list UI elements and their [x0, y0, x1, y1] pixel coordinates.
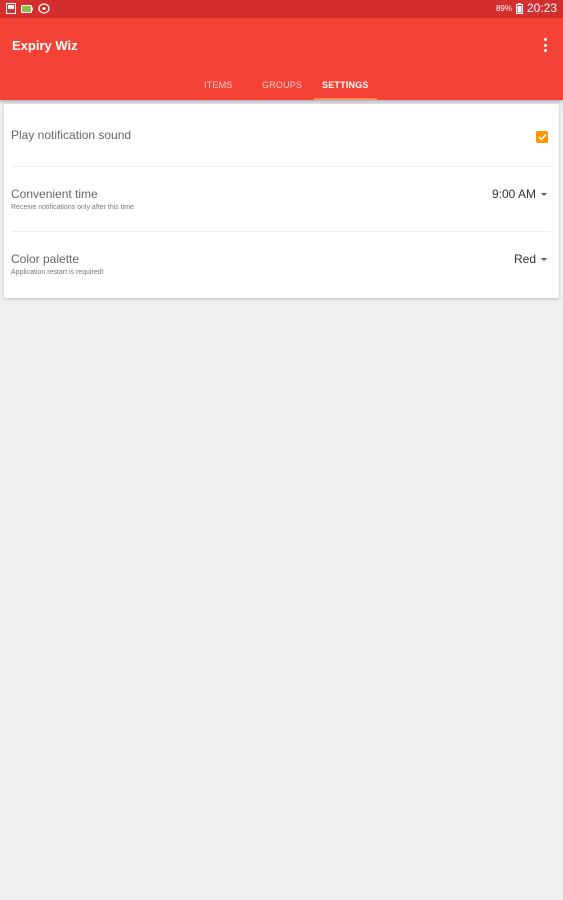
convenient-time-dropdown[interactable]: 9:00 AM	[492, 187, 547, 201]
status-bar-system: 89% 20:23	[496, 1, 557, 15]
status-bar-notifications	[6, 3, 50, 14]
setting-subtitle: Receive notifications only after this ti…	[11, 204, 134, 211]
notification-sound-checkbox[interactable]	[536, 131, 548, 143]
settings-card: Play notification sound Convenient time …	[4, 104, 559, 298]
battery-notification-icon	[21, 4, 33, 13]
overflow-menu-icon[interactable]	[541, 38, 549, 52]
color-palette-dropdown[interactable]: Red	[514, 252, 547, 266]
dropdown-caret-icon	[541, 257, 547, 261]
dropdown-value: 9:00 AM	[491, 187, 536, 201]
app-bar: Expiry Wiz ITEMS GROUPS SETTINGS	[0, 18, 563, 100]
tab-items[interactable]: ITEMS	[204, 80, 233, 100]
battery-icon	[515, 2, 523, 14]
checkmark-icon	[537, 133, 547, 141]
dropdown-caret-icon	[541, 192, 547, 196]
sync-notification-icon	[38, 3, 50, 14]
tab-groups[interactable]: GROUPS	[262, 80, 302, 100]
status-bar: 89% 20:23	[0, 0, 563, 18]
gallery-notification-icon	[6, 3, 16, 14]
setting-title: Color palette	[11, 252, 80, 266]
setting-notification-sound[interactable]: Play notification sound	[4, 104, 559, 166]
battery-percent: 89%	[495, 3, 512, 13]
setting-title: Play notification sound	[11, 128, 132, 142]
tab-settings[interactable]: SETTINGS	[314, 80, 377, 100]
setting-color-palette[interactable]: Color palette Application restart is req…	[4, 232, 559, 298]
app-title: Expiry Wiz	[12, 38, 78, 53]
setting-convenient-time[interactable]: Convenient time Receive notifications on…	[4, 167, 559, 231]
tab-bar: ITEMS GROUPS SETTINGS	[0, 74, 563, 100]
setting-subtitle: Application restart is required!	[11, 269, 104, 276]
dropdown-value: Red	[513, 252, 536, 266]
setting-title: Convenient time	[11, 187, 98, 201]
clock: 20:23	[526, 1, 557, 15]
